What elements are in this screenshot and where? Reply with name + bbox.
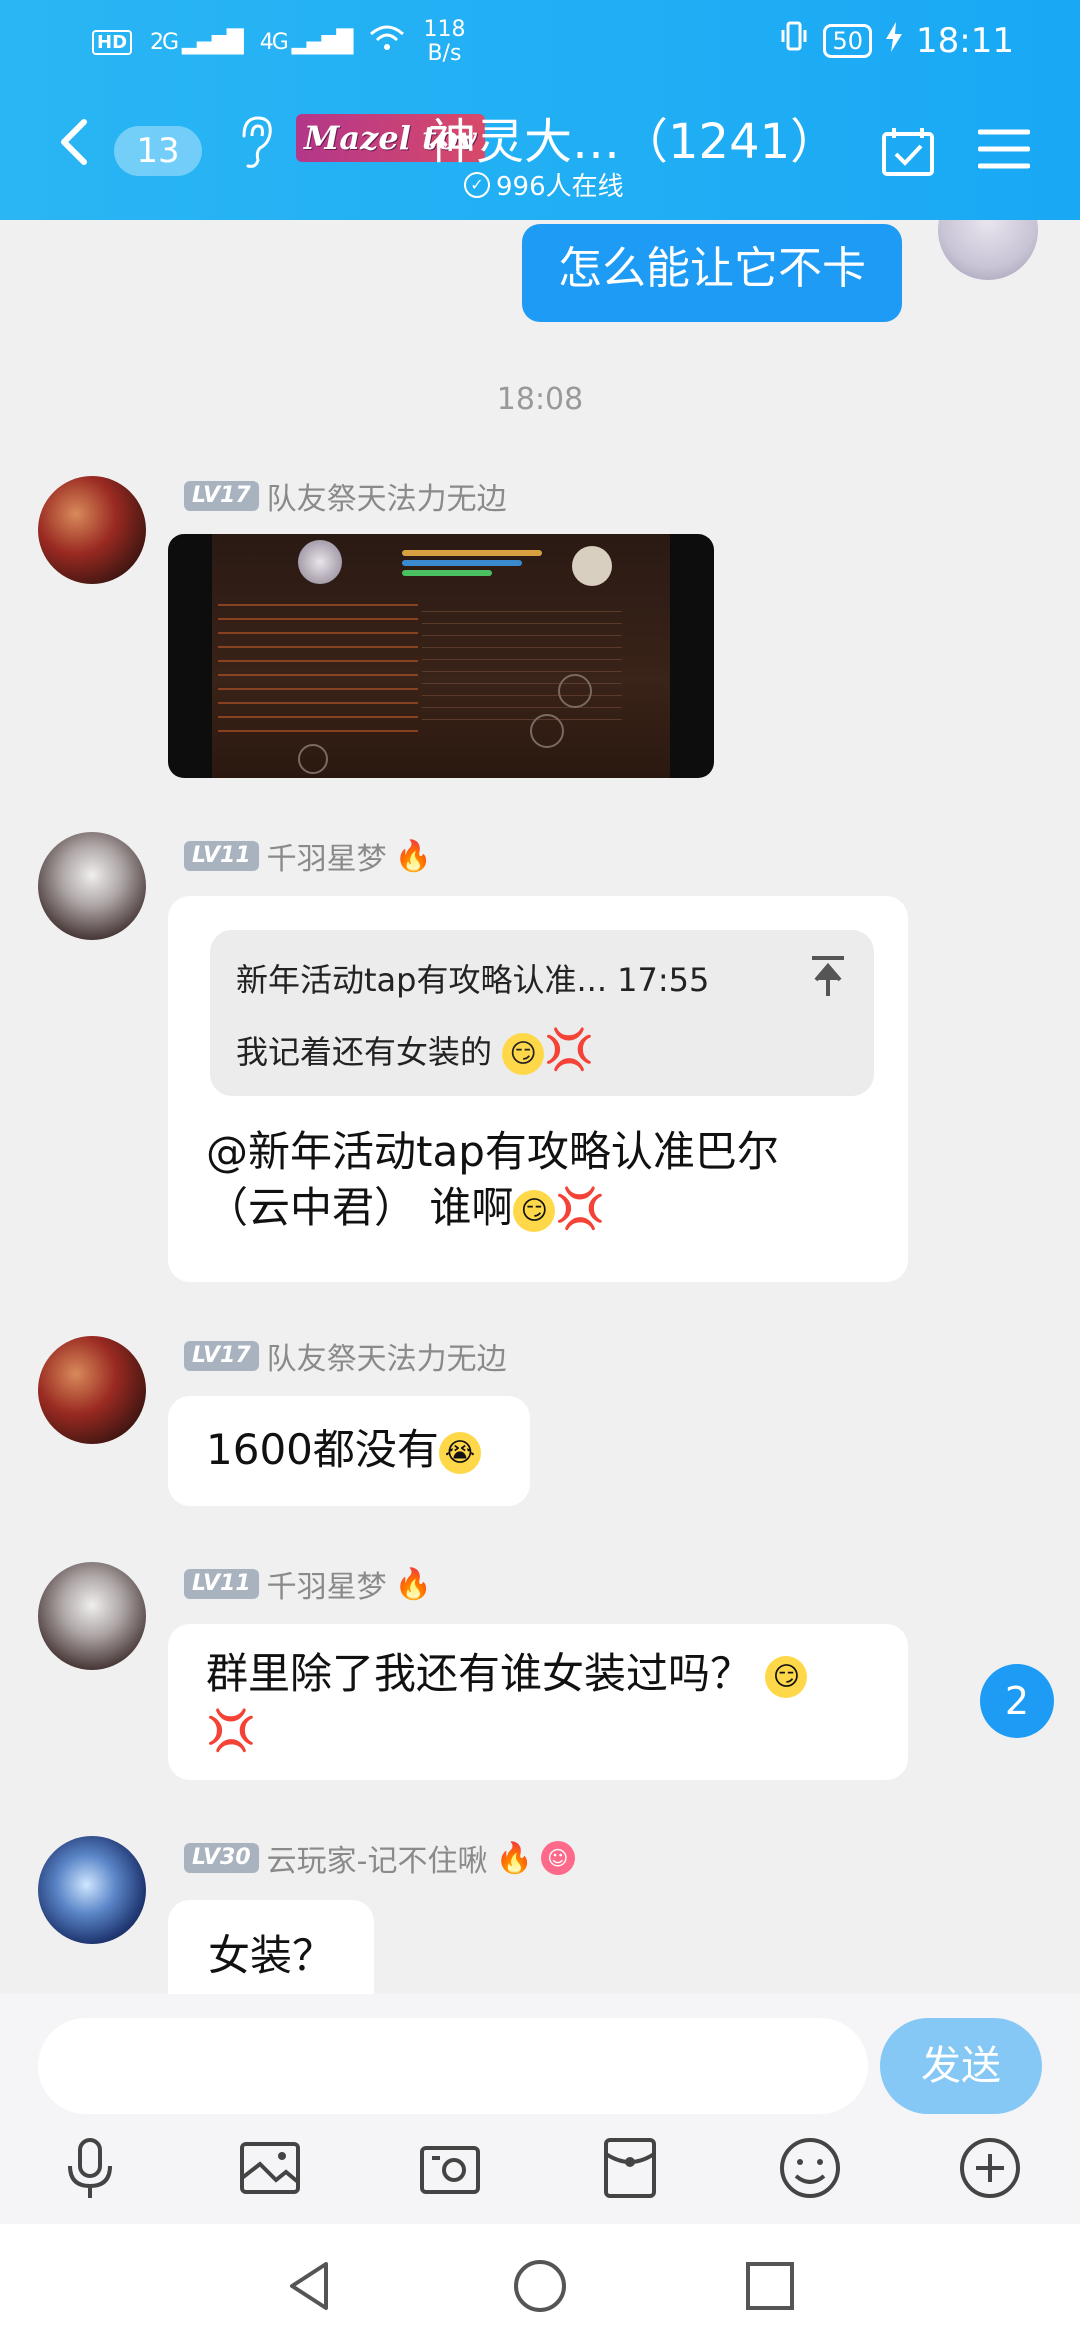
message-text: @新年活动tap有攻略认准巴尔 （云中君） 谁啊 😏 💢 [206, 1127, 779, 1232]
sender-line: LV17 队友祭天法力无边 [184, 474, 507, 518]
wifi-icon [369, 24, 405, 60]
sender-line: LV30 云玩家-记不住啾 🔥 ☺ [184, 1836, 575, 1880]
sender-name[interactable]: 队友祭天法力无边 [267, 474, 507, 518]
my-avatar[interactable] [938, 220, 1038, 280]
fire-icon: 🔥 [495, 1840, 533, 1876]
send-button[interactable]: 发送 [880, 2018, 1042, 2114]
sender-name[interactable]: 队友祭天法力无边 [267, 1334, 507, 1378]
message-bubble[interactable]: 群里除了我还有谁女装过吗？ 😏 💢 [168, 1624, 908, 1780]
level-badge: LV17 [184, 1341, 259, 1371]
status-bar: HD 2G ▂▄▆█ 4G ▂▄▆█ 118 B/s 50 18:11 [0, 0, 1080, 84]
back-triangle-icon[interactable] [282, 2258, 338, 2314]
sender-line: LV17 队友祭天法力无边 [184, 1334, 507, 1378]
avatar[interactable] [38, 1336, 146, 1444]
home-circle-icon[interactable] [512, 2258, 568, 2314]
plus-icon[interactable] [956, 2134, 1024, 2202]
quoted-reply[interactable]: 新年活动tap有攻略认准... 17:55 我记着还有女装的 😏 💢 [210, 930, 874, 1096]
quoted-reply-text: 我记着还有女装的 😏 💢 [236, 1027, 594, 1075]
message-text: 女装？ [208, 1931, 335, 1980]
input-bar: 发送 [0, 1994, 1080, 2224]
avatar[interactable] [38, 476, 146, 584]
avatar[interactable] [38, 1836, 146, 1944]
sender-name[interactable]: 千羽星梦 [267, 1562, 387, 1606]
chevron-left-icon [61, 119, 87, 165]
group-title[interactable]: 神灵大…（1241） [428, 102, 838, 172]
avatar[interactable] [38, 832, 146, 940]
level-badge: LV30 [184, 1843, 259, 1873]
message-text: 群里除了我还有谁女装过吗？ [206, 1649, 753, 1698]
menu-icon[interactable] [977, 126, 1031, 172]
new-message-badge[interactable]: 2 [980, 1664, 1054, 1738]
smile-badge-icon: ☺ [540, 1841, 575, 1875]
message-bubble[interactable]: 1600都没有 😭 [168, 1396, 530, 1506]
pin-top-icon[interactable] [808, 954, 848, 998]
signal-icon-sim1: 2G ▂▄▆█ [150, 29, 244, 55]
anger-icon: 💢 [206, 1708, 256, 1754]
camera-icon[interactable] [416, 2134, 484, 2202]
sender-line: LV11 千羽星梦 🔥 [184, 1562, 432, 1606]
system-navigation [0, 2224, 1080, 2340]
unread-count-badge[interactable]: 13 [114, 126, 202, 176]
timestamp: 18:08 [496, 382, 584, 417]
fire-icon: 🔥 [394, 1566, 432, 1602]
smirk-emoji-icon: 😏 [765, 1655, 808, 1698]
clock: 18:11 [916, 20, 1014, 61]
level-badge: LV11 [184, 841, 259, 871]
anger-icon: 💢 [555, 1186, 606, 1232]
signal-icon-sim2: 4G ▂▄▆█ [259, 29, 354, 55]
avatar[interactable] [38, 1562, 146, 1670]
level-badge: LV11 [184, 1569, 259, 1599]
chat-header: HD 2G ▂▄▆█ 4G ▂▄▆█ 118 B/s 50 18:11 13 M… [0, 0, 1080, 220]
anger-icon: 💢 [544, 1027, 594, 1073]
sender-line: LV11 千羽星梦 🔥 [184, 834, 432, 878]
ear-icon[interactable] [236, 114, 276, 170]
message-input[interactable] [38, 2018, 868, 2114]
check-circle-icon: ✓ [464, 171, 490, 198]
level-badge: LV17 [184, 481, 259, 511]
emoji-icon[interactable] [776, 2134, 844, 2202]
red-packet-icon[interactable] [596, 2134, 664, 2202]
chat-messages[interactable]: 怎么能让它不卡 18:08 LV17 队友祭天法力无边 LV11 千羽星梦 🔥 … [0, 220, 1080, 1994]
hd-icon: HD [92, 29, 133, 55]
message-image[interactable] [168, 534, 714, 778]
message-text: 1600都没有 [206, 1425, 439, 1474]
battery-icon: 50 [823, 23, 873, 58]
game-screenshot [212, 534, 670, 778]
calendar-check-icon[interactable] [880, 124, 936, 180]
recents-square-icon[interactable] [742, 2258, 798, 2314]
message-bubble[interactable]: 新年活动tap有攻略认准... 17:55 我记着还有女装的 😏 💢 @新年活动t… [168, 896, 908, 1282]
charging-icon [886, 21, 903, 61]
image-icon[interactable] [236, 2134, 304, 2202]
my-message-bubble[interactable]: 怎么能让它不卡 [522, 224, 902, 322]
smirk-emoji-icon: 😏 [513, 1189, 556, 1232]
nav-bar: 13 Mazel tov 神灵大…（1241） ✓ 996人在线 [0, 84, 1080, 220]
vibrate-icon [779, 20, 809, 61]
sender-name[interactable]: 云玩家-记不住啾 [267, 1836, 488, 1880]
smirk-emoji-icon: 😏 [502, 1033, 545, 1075]
crying-emoji-icon: 😭 [438, 1431, 481, 1474]
message-bubble[interactable]: 女装？ [168, 1900, 374, 1994]
fire-icon: 🔥 [394, 838, 432, 874]
quoted-reply-title: 新年活动tap有攻略认准... 17:55 [236, 961, 710, 999]
online-count: ✓ 996人在线 [464, 166, 624, 203]
net-speed: 118 B/s [423, 17, 466, 66]
sender-name[interactable]: 千羽星梦 [267, 834, 387, 878]
microphone-icon[interactable] [56, 2134, 124, 2202]
back-button[interactable] [52, 112, 96, 172]
